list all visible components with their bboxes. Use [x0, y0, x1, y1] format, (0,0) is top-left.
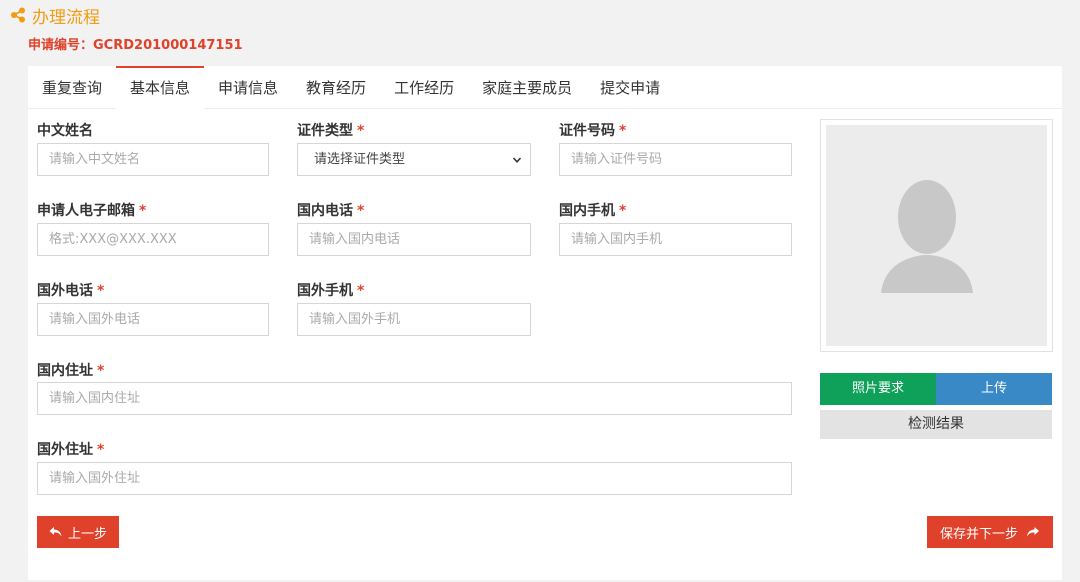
application-number: 申请编号：GCRD201000147151 — [28, 34, 243, 53]
forward-icon — [1027, 527, 1039, 537]
photo-requirements-button[interactable]: 照片要求 — [820, 373, 936, 405]
foreign-phone-label: 国外电话 * — [37, 283, 105, 299]
page-header: 办理流程 — [10, 4, 100, 28]
form-panel: 重复查询 基本信息 申请信息 教育经历 工作经历 家庭主要成员 提交申请 中文姓… — [28, 66, 1062, 580]
required-mark: * — [97, 442, 105, 458]
id-number-input[interactable] — [559, 143, 792, 176]
chinese-name-label: 中文姓名 — [37, 123, 93, 139]
previous-step-label: 上一步 — [67, 526, 107, 542]
share-icon — [11, 7, 25, 23]
domestic-phone-label: 国内电话 * — [297, 203, 365, 219]
tab-work-experience[interactable]: 工作经历 — [380, 66, 468, 109]
id-number-label: 证件号码 * — [559, 123, 627, 139]
tab-application-info[interactable]: 申请信息 — [204, 66, 292, 109]
foreign-phone-input[interactable] — [37, 303, 269, 336]
tab-submit[interactable]: 提交申请 — [586, 66, 674, 109]
required-mark: * — [619, 123, 627, 139]
save-and-next-button[interactable]: 保存并下一步 — [927, 516, 1053, 548]
required-mark: * — [97, 283, 105, 299]
domestic-mobile-input[interactable] — [559, 223, 792, 256]
email-input[interactable] — [37, 223, 269, 256]
id-type-label: 证件类型 * — [297, 123, 365, 139]
tab-bar: 重复查询 基本信息 申请信息 教育经历 工作经历 家庭主要成员 提交申请 — [28, 66, 1062, 110]
foreign-address-label: 国外住址 * — [37, 442, 105, 458]
reply-icon — [49, 527, 62, 537]
required-mark: * — [357, 123, 365, 139]
required-mark: * — [139, 203, 147, 219]
id-type-select[interactable]: 请选择证件类型 — [297, 143, 531, 176]
user-silhouette-icon — [881, 180, 973, 293]
application-number-label: 申请编号： — [28, 38, 94, 53]
tab-basic-info[interactable]: 基本信息 — [116, 66, 205, 110]
domestic-address-input[interactable] — [37, 382, 792, 415]
domestic-mobile-label: 国内手机 * — [559, 203, 627, 219]
domestic-phone-input[interactable] — [297, 223, 531, 256]
foreign-mobile-label: 国外手机 * — [297, 283, 365, 299]
chevron-down-icon — [512, 157, 522, 163]
photo-placeholder — [826, 125, 1047, 346]
save-and-next-label: 保存并下一步 — [939, 526, 1018, 542]
required-mark: * — [357, 283, 365, 299]
required-mark: * — [97, 363, 105, 379]
previous-step-button[interactable]: 上一步 — [37, 516, 119, 548]
email-label: 申请人电子邮箱 * — [37, 203, 147, 219]
required-mark: * — [357, 203, 365, 219]
page-title: 办理流程 — [32, 7, 100, 28]
id-type-selected: 请选择证件类型 — [314, 152, 406, 167]
tab-family-members[interactable]: 家庭主要成员 — [468, 66, 586, 109]
tab-duplicate-query[interactable]: 重复查询 — [28, 66, 116, 109]
required-mark: * — [619, 203, 627, 219]
application-number-value: GCRD201000147151 — [93, 38, 243, 53]
chinese-name-input[interactable] — [37, 143, 269, 176]
domestic-address-label: 国内住址 * — [37, 363, 105, 379]
detection-result-button[interactable]: 检测结果 — [820, 410, 1052, 439]
foreign-address-input[interactable] — [37, 462, 792, 495]
foreign-mobile-input[interactable] — [297, 303, 531, 336]
tab-education[interactable]: 教育经历 — [292, 66, 380, 109]
photo-frame — [820, 119, 1053, 352]
upload-button[interactable]: 上传 — [936, 373, 1052, 405]
